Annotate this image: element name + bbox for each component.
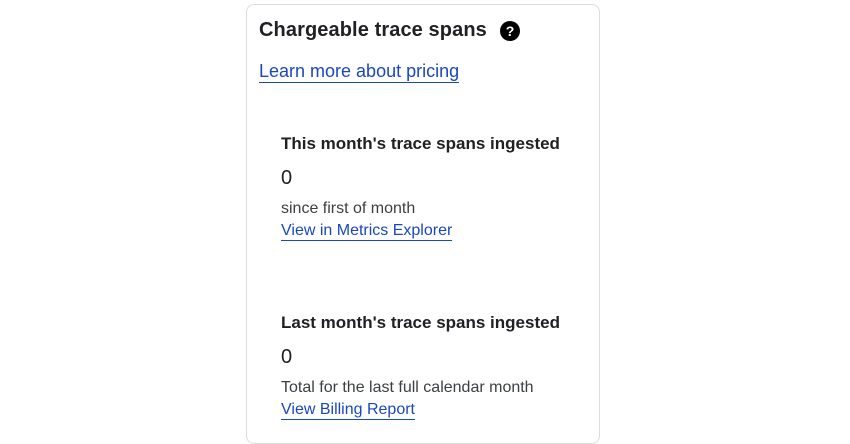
help-circle-icon[interactable]: ? [499,20,520,41]
metric-description: Total for the last full calendar month [281,379,534,396]
metric-description: since first of month [281,200,416,217]
svg-text:?: ? [506,23,515,39]
this-month-metric: This month's trace spans ingested 0 sinc… [281,133,560,241]
metric-value: 0 [281,346,293,368]
view-metrics-explorer-link[interactable]: View in Metrics Explorer [281,221,453,241]
metric-label: Last month's trace spans ingested [281,313,560,332]
learn-more-pricing-link[interactable]: Learn more about pricing [259,60,460,83]
last-month-metric: Last month's trace spans ingested 0 Tota… [281,312,560,420]
metric-label: This month's trace spans ingested [281,134,560,153]
card-header: Chargeable trace spans ? [259,19,520,42]
view-billing-report-link[interactable]: View Billing Report [281,400,415,420]
card-title: Chargeable trace spans [259,19,487,41]
metric-value: 0 [281,167,293,189]
chargeable-trace-spans-card: Chargeable trace spans ? Learn more abou… [246,4,600,444]
